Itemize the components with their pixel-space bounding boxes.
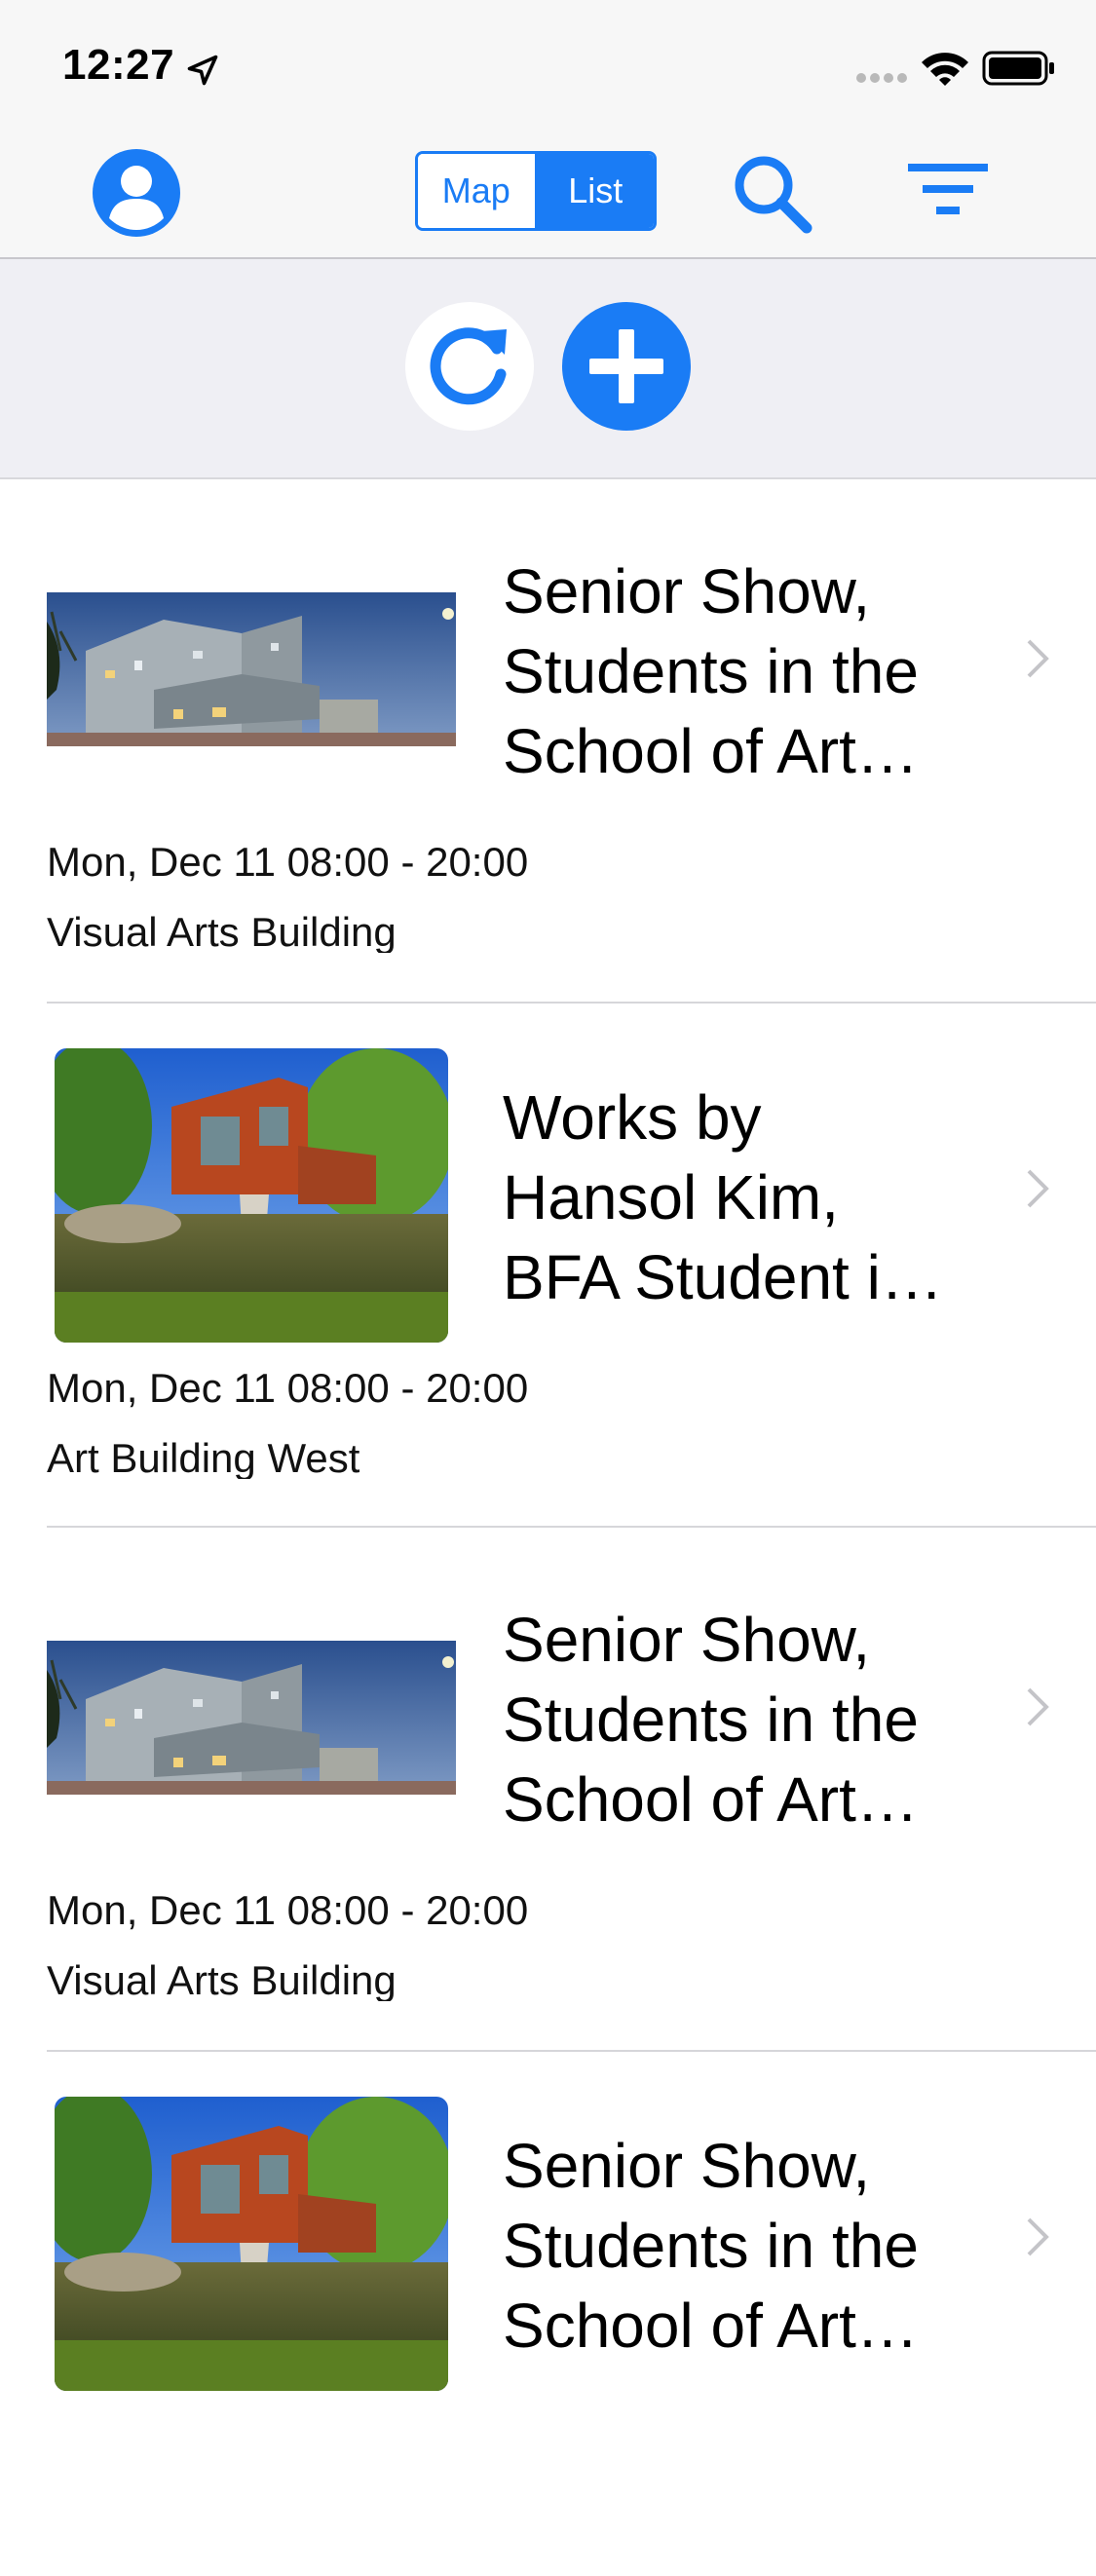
event-row[interactable]: Senior Show, Students in the School of A…	[0, 2052, 1096, 2576]
action-bar	[0, 259, 1096, 479]
location-arrow-icon	[187, 55, 218, 86]
view-mode-segmented-control: Map List	[415, 151, 657, 231]
status-time: 12:27	[62, 41, 175, 89]
event-row[interactable]: Senior Show, Students in the School of A…	[0, 1528, 1096, 2052]
event-datetime: Mon, Dec 11 08:00 - 20:00	[47, 1365, 529, 1411]
event-thumbnail	[55, 1048, 448, 1343]
search-icon[interactable]	[731, 152, 814, 236]
event-thumbnail	[47, 592, 456, 746]
chevron-right-icon	[1027, 639, 1049, 678]
event-title: Senior Show, Students in the School of A…	[503, 1605, 919, 1835]
event-thumbnail	[55, 2097, 448, 2391]
status-bar: 12:27	[0, 0, 1096, 129]
refresh-icon	[430, 327, 507, 405]
event-location: Art Building West	[47, 1435, 360, 1479]
event-title: Works by Hansol Kim, BFA Student in the …	[503, 1082, 916, 1312]
event-row[interactable]: Senior Show, Students in the School of A…	[0, 479, 1096, 1004]
profile-icon[interactable]	[92, 148, 181, 238]
map-segment[interactable]: Map	[418, 154, 538, 228]
event-location: Visual Arts Building	[47, 1957, 397, 2001]
event-title: Senior Show, Students in the School of A…	[503, 2131, 919, 2361]
navigation-bar: Map List	[0, 129, 1096, 259]
filter-icon[interactable]	[906, 158, 990, 226]
cellular-signal-icon	[856, 73, 907, 83]
list-segment[interactable]: List	[537, 154, 654, 228]
event-list: Senior Show, Students in the School of A…	[0, 479, 1096, 2576]
chevron-right-icon	[1027, 1687, 1049, 1726]
event-datetime: Mon, Dec 11 08:00 - 20:00	[47, 839, 529, 885]
chevron-right-icon	[1027, 2217, 1049, 2256]
event-location: Visual Arts Building	[47, 909, 397, 953]
battery-icon	[982, 51, 1054, 86]
chevron-right-icon	[1027, 1169, 1049, 1208]
event-title: Senior Show, Students in the School of A…	[503, 556, 919, 786]
refresh-button[interactable]	[405, 302, 534, 431]
wifi-icon	[922, 53, 968, 86]
add-event-button[interactable]	[562, 302, 691, 431]
event-row[interactable]: Works by Hansol Kim, BFA Student in the …	[0, 1004, 1096, 1528]
event-thumbnail	[47, 1641, 456, 1795]
plus-icon	[589, 329, 663, 403]
event-datetime: Mon, Dec 11 08:00 - 20:00	[47, 1887, 529, 1933]
